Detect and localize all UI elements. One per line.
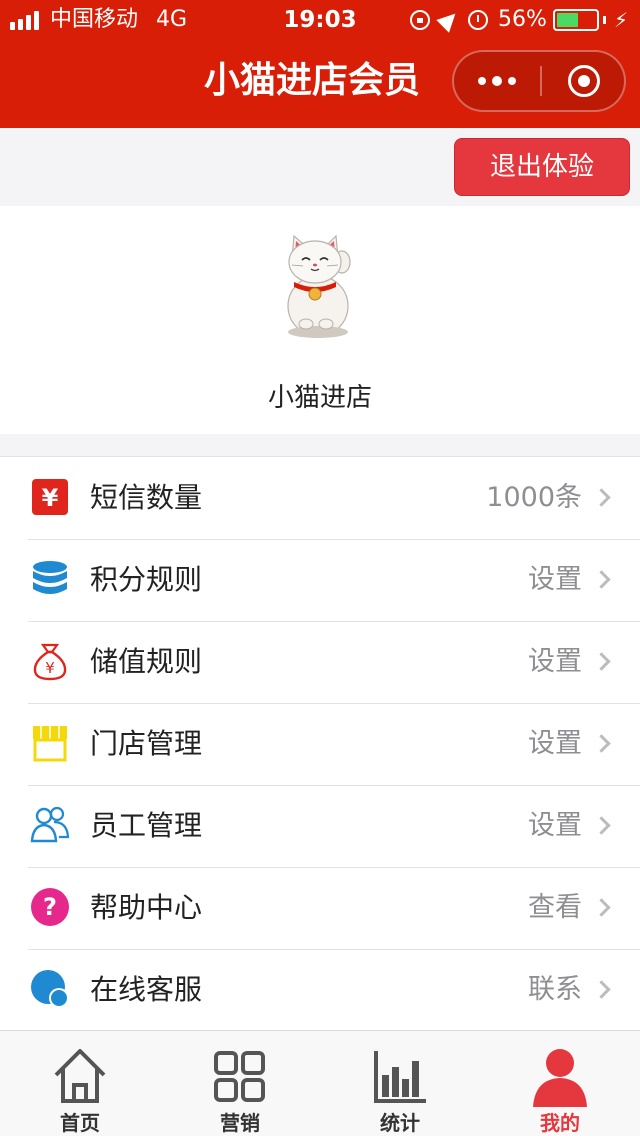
menu-item-value: 设置 [528, 646, 582, 677]
tab-label: 营销 [220, 1111, 260, 1135]
profile-card: 小猫进店 [0, 206, 640, 434]
charging-bolt-icon: ⚡ [613, 8, 628, 32]
menu-item-label: 短信数量 [90, 481, 203, 514]
menu-item-staff-management[interactable]: 员工管理 设置 [0, 785, 640, 867]
tab-home[interactable]: 首页 [0, 1031, 160, 1136]
chevron-right-icon [592, 488, 611, 507]
chat-icon [31, 970, 69, 1008]
battery-icon [552, 9, 599, 31]
chevron-right-icon [592, 980, 611, 999]
chevron-right-icon [592, 570, 611, 589]
storefront-icon [33, 726, 67, 762]
more-dot-icon [508, 77, 516, 85]
location-icon [436, 7, 462, 33]
sms-yen-icon: ¥ [32, 479, 68, 515]
menu-item-label: 积分规则 [90, 563, 203, 596]
home-icon [54, 1049, 106, 1103]
alarm-icon [468, 10, 489, 30]
help-icon: ? [31, 888, 69, 926]
menu-item-sms-count[interactable]: ¥ 短信数量 1000条 [0, 457, 640, 539]
tab-label: 统计 [380, 1111, 420, 1135]
tab-label: 首页 [60, 1111, 100, 1135]
chevron-right-icon [592, 652, 611, 671]
page-title: 小猫进店会员 [204, 60, 421, 101]
app-header: 中国移动 4G 19:03 56% ⚡ 小猫进店会员 [0, 0, 640, 128]
menu-item-value: 联系 [528, 974, 582, 1005]
mini-program-capsule [452, 50, 626, 112]
lucky-cat-avatar [287, 234, 351, 338]
chevron-right-icon [592, 816, 611, 835]
chevron-right-icon [592, 734, 611, 753]
menu-item-label: 储值规则 [90, 645, 203, 678]
menu-item-help-center[interactable]: ? 帮助中心 查看 [0, 867, 640, 949]
menu-item-label: 门店管理 [90, 727, 203, 760]
bottom-tab-bar: 首页 营销 统计 我的 [0, 1030, 640, 1136]
menu-item-value: 设置 [528, 564, 582, 595]
more-button[interactable] [454, 52, 540, 110]
user-icon [533, 1049, 587, 1107]
target-icon [568, 65, 600, 97]
menu-item-value: 设置 [528, 810, 582, 841]
menu-item-online-service[interactable]: 在线客服 联系 [0, 949, 640, 1031]
battery-cap [602, 16, 606, 24]
more-dot-icon [492, 76, 502, 86]
exit-trial-button[interactable]: 退出体验 [454, 138, 630, 196]
more-dot-icon [478, 77, 486, 85]
status-bar: 中国移动 4G 19:03 56% ⚡ [0, 0, 640, 40]
battery-fill [556, 13, 579, 27]
menu-item-value: 查看 [528, 892, 582, 923]
tab-label: 我的 [540, 1111, 580, 1135]
tab-mine[interactable]: 我的 [480, 1031, 640, 1136]
store-name: 小猫进店 [267, 383, 372, 413]
status-right: 56% ⚡ [410, 7, 628, 33]
svg-text:¥: ¥ [45, 659, 55, 677]
svg-text:?: ? [43, 893, 57, 921]
menu-item-label: 帮助中心 [90, 891, 203, 924]
staff-icon [30, 806, 70, 843]
money-bag-icon: ¥ [33, 643, 67, 681]
database-icon [33, 561, 67, 594]
settings-menu: ¥ 短信数量 1000条 积分规则 设置 ¥ 储值规则 设置 门店管理 设置 员… [0, 456, 640, 1031]
menu-item-stored-value-rules[interactable]: ¥ 储值规则 设置 [0, 621, 640, 703]
close-mini-program-button[interactable] [542, 52, 626, 110]
menu-item-store-management[interactable]: 门店管理 设置 [0, 703, 640, 785]
bar-chart-icon [374, 1051, 426, 1103]
svg-text:¥: ¥ [42, 484, 59, 512]
menu-item-label: 员工管理 [90, 809, 203, 842]
menu-item-label: 在线客服 [90, 973, 203, 1006]
grid-icon [214, 1051, 265, 1102]
tab-marketing[interactable]: 营销 [160, 1031, 320, 1136]
menu-item-points-rules[interactable]: 积分规则 设置 [0, 539, 640, 621]
tab-statistics[interactable]: 统计 [320, 1031, 480, 1136]
battery-percent: 56% [498, 7, 547, 32]
rotation-lock-icon [410, 10, 431, 30]
menu-item-value: 设置 [528, 728, 582, 759]
menu-item-value: 1000条 [486, 482, 582, 513]
chevron-right-icon [592, 898, 611, 917]
